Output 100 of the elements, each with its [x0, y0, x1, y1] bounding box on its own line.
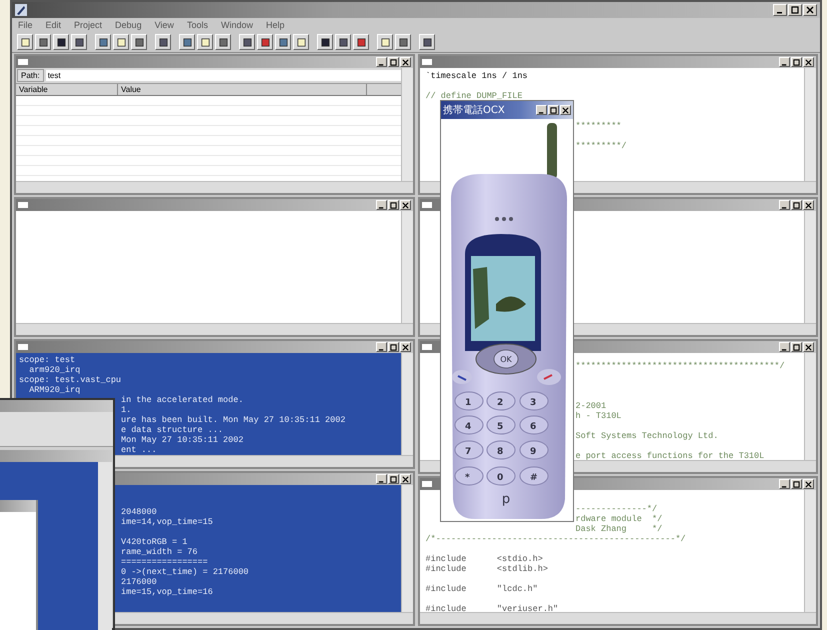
close-icon	[402, 476, 408, 482]
toolbar-button[interactable]	[197, 34, 213, 50]
vertical-scrollbar[interactable]	[804, 490, 816, 612]
menu-item[interactable]: Edit	[46, 20, 62, 30]
column-header[interactable]: Variable	[16, 84, 118, 95]
minimize-button[interactable]	[536, 105, 547, 115]
tool-icon	[242, 36, 252, 48]
keypad-key[interactable]: 0	[486, 466, 516, 486]
navigation-pad[interactable]	[476, 344, 536, 374]
menu-item[interactable]: Project	[74, 20, 102, 30]
toolbar-button[interactable]	[335, 34, 351, 50]
toolbar-button[interactable]	[275, 34, 291, 50]
maximize-button[interactable]	[388, 200, 398, 210]
keypad-key[interactable]: 5	[486, 416, 516, 434]
vertical-scrollbar[interactable]	[400, 211, 412, 323]
keypad-key[interactable]: 3	[520, 392, 548, 410]
keypad-key[interactable]: 8	[486, 440, 516, 460]
menu-item[interactable]: Help	[266, 20, 284, 30]
vertical-scrollbar[interactable]	[400, 353, 412, 455]
minimize-button[interactable]	[773, 4, 787, 16]
phone-logo: p	[502, 492, 510, 507]
toolbar-button[interactable]	[155, 34, 171, 50]
close-button[interactable]	[400, 200, 410, 210]
close-button[interactable]	[803, 57, 814, 67]
horizontal-scrollbar[interactable]	[16, 323, 412, 335]
code-line: #include <stdlib.h>	[426, 564, 548, 574]
keypad-key[interactable]: 7	[454, 440, 484, 460]
toolbar-button[interactable]	[377, 34, 393, 50]
close-button[interactable]	[803, 342, 814, 352]
toolbar-button[interactable]	[179, 34, 195, 50]
minimize-button[interactable]	[376, 342, 386, 352]
keypad-key[interactable]: 6	[520, 416, 548, 434]
toolbar-button[interactable]	[95, 34, 111, 50]
horizontal-scrollbar[interactable]	[16, 181, 412, 193]
toolbar-button[interactable]	[257, 34, 273, 50]
keypad-key[interactable]: 2	[486, 392, 516, 410]
minimize-button[interactable]	[376, 57, 386, 67]
toolbar-button[interactable]	[53, 34, 69, 50]
vertical-scrollbar[interactable]	[400, 485, 412, 612]
maximize-icon	[390, 58, 396, 66]
maximize-button[interactable]	[791, 200, 802, 210]
horizontal-scrollbar[interactable]	[420, 612, 816, 624]
toolbar-button[interactable]	[17, 34, 33, 50]
maximize-button[interactable]	[791, 479, 802, 489]
toolbar-button[interactable]	[239, 34, 255, 50]
close-icon	[805, 202, 812, 208]
maximize-button[interactable]	[388, 57, 398, 67]
close-button[interactable]	[803, 4, 817, 16]
menu-item[interactable]: Window	[220, 20, 253, 30]
minimize-button[interactable]	[779, 479, 790, 489]
maximize-button[interactable]	[788, 4, 802, 16]
keypad-key[interactable]: 1	[454, 392, 484, 410]
menu-item[interactable]: Debug	[115, 20, 142, 30]
close-button[interactable]	[400, 57, 410, 67]
vertical-scrollbar[interactable]	[804, 68, 816, 181]
vertical-scrollbar[interactable]	[804, 211, 816, 323]
menu-item[interactable]: File	[18, 20, 33, 30]
maximize-icon	[550, 106, 557, 114]
toolbar-button[interactable]	[215, 34, 231, 50]
end-call-key[interactable]	[537, 369, 561, 385]
minimize-button[interactable]	[376, 200, 386, 210]
vertical-scrollbar[interactable]	[400, 68, 412, 181]
keypad-key[interactable]: *	[454, 466, 484, 486]
vertical-scrollbar[interactable]	[804, 353, 816, 460]
keypad-key[interactable]: #	[520, 466, 548, 486]
close-button[interactable]	[803, 200, 814, 210]
toolbar-button[interactable]	[113, 34, 129, 50]
toolbar-button[interactable]	[131, 34, 147, 50]
close-button[interactable]	[400, 342, 410, 352]
toolbar-button[interactable]	[35, 34, 51, 50]
minimize-button[interactable]	[779, 57, 790, 67]
maximize-button[interactable]	[791, 342, 802, 352]
toolbar-button[interactable]	[395, 34, 411, 50]
keypad-key[interactable]: 9	[520, 440, 548, 460]
maximize-button[interactable]	[388, 474, 398, 484]
close-button[interactable]	[560, 105, 571, 115]
column-header[interactable]: Value	[118, 84, 366, 95]
close-button[interactable]	[400, 474, 410, 484]
toolbar-button[interactable]	[353, 34, 369, 50]
minimize-button[interactable]	[779, 342, 790, 352]
keypad-key[interactable]: 4	[454, 416, 484, 434]
code-comment: e port access functions for the T310L	[576, 451, 764, 460]
toolbar-button[interactable]	[71, 34, 87, 50]
maximize-button[interactable]	[388, 342, 398, 352]
menu-item[interactable]: View	[154, 20, 174, 30]
menu-item[interactable]: Tools	[186, 20, 208, 30]
minimize-button[interactable]	[779, 200, 790, 210]
path-field[interactable]: test	[46, 70, 400, 81]
call-key[interactable]	[452, 370, 472, 384]
maximize-button[interactable]	[548, 105, 559, 115]
close-icon	[805, 58, 812, 66]
maximize-icon	[793, 58, 800, 66]
tool-icon	[20, 36, 30, 48]
toolbar-button[interactable]	[293, 34, 309, 50]
code-comment: Soft Systems Technology Ltd.	[576, 431, 718, 441]
toolbar-button[interactable]	[419, 34, 435, 50]
maximize-button[interactable]	[791, 57, 802, 67]
close-button[interactable]	[803, 479, 814, 489]
toolbar-button[interactable]	[317, 34, 333, 50]
minimize-button[interactable]	[376, 474, 386, 484]
